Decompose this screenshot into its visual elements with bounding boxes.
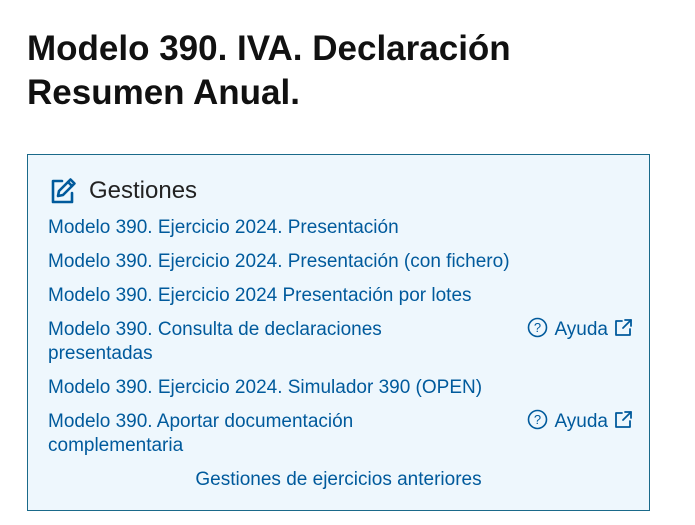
gestiones-header: Gestiones — [48, 175, 197, 207]
svg-text:?: ? — [534, 320, 541, 335]
help-link-consulta[interactable]: ? Ayuda — [527, 317, 633, 343]
link-presentacion-fichero[interactable]: Modelo 390. Ejercicio 2024. Presentación… — [48, 250, 633, 274]
link-presentacion[interactable]: Modelo 390. Ejercicio 2024. Presentación — [48, 216, 633, 240]
svg-text:?: ? — [534, 412, 541, 427]
gestiones-panel: Gestiones Modelo 390. Ejercicio 2024. Pr… — [27, 154, 650, 511]
link-simulador[interactable]: Modelo 390. Ejercicio 2024. Simulador 39… — [48, 376, 633, 400]
list-item: Modelo 390. Ejercicio 2024 Presentación … — [48, 284, 633, 308]
external-link-icon — [614, 410, 633, 434]
list-item: Modelo 390. Ejercicio 2024. Presentación… — [48, 250, 633, 274]
link-presentacion-lotes[interactable]: Modelo 390. Ejercicio 2024 Presentación … — [48, 284, 633, 308]
question-circle-icon: ? — [527, 409, 548, 435]
list-item: Modelo 390. Ejercicio 2024. Simulador 39… — [48, 376, 633, 400]
list-item: Modelo 390. Ejercicio 2024. Presentación — [48, 216, 633, 240]
external-link-icon — [614, 318, 633, 342]
question-circle-icon: ? — [527, 317, 548, 343]
edit-icon — [48, 176, 78, 206]
link-ejercicios-anteriores[interactable]: Gestiones de ejercicios anteriores — [195, 469, 481, 490]
help-label: Ayuda — [554, 411, 608, 432]
help-link-aportar[interactable]: ? Ayuda — [527, 409, 633, 435]
link-aportar-documentacion[interactable]: Modelo 390. Aportar documentación comple… — [48, 410, 488, 458]
help-label: Ayuda — [554, 319, 608, 340]
link-consulta-declaraciones[interactable]: Modelo 390. Consulta de declaraciones pr… — [48, 318, 488, 366]
gestiones-heading: Gestiones — [89, 177, 198, 204]
list-item: Modelo 390. Aportar documentación comple… — [48, 409, 633, 458]
previous-years-row: Gestiones de ejercicios anteriores — [28, 468, 649, 492]
page-title: Modelo 390. IVA. Declaración Resumen Anu… — [27, 29, 511, 112]
list-item: Modelo 390. Consulta de declaraciones pr… — [48, 317, 633, 366]
